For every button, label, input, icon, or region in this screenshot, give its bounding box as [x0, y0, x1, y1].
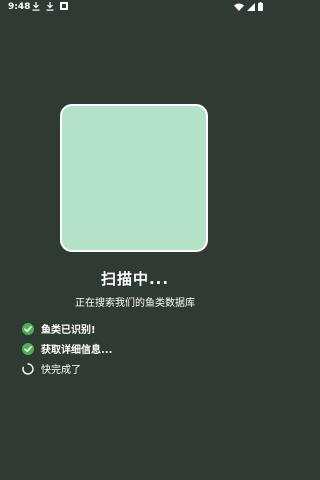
- wifi-icon: [234, 3, 244, 11]
- spinner-icon: [21, 362, 34, 375]
- scanning-screen: 9:48 扫描中... 正在搜索我们的鱼类数据库 鱼类已识别! 获取详细信息..…: [0, 0, 270, 480]
- signal-icon: [247, 2, 255, 11]
- step-label: 鱼类已识别!: [41, 325, 96, 336]
- notification-square-icon: [60, 2, 68, 11]
- step-label: 快完成了: [41, 365, 81, 376]
- progress-steps: 鱼类已识别! 获取详细信息... 快完成了: [21, 321, 112, 381]
- scan-title: 扫描中...: [100, 270, 170, 288]
- battery-icon: [258, 2, 263, 11]
- download-icon: [46, 2, 54, 11]
- status-bar: 9:48: [0, 0, 270, 16]
- status-time: 9:48: [8, 2, 31, 12]
- status-notification-icons: [32, 2, 68, 11]
- step-item: 快完成了: [21, 361, 112, 376]
- step-item: 获取详细信息...: [21, 341, 112, 356]
- check-circle-icon: [21, 342, 34, 355]
- scan-image-preview: [60, 104, 208, 252]
- scan-subtitle: 正在搜索我们的鱼类数据库: [75, 298, 195, 309]
- check-circle-icon: [21, 322, 34, 335]
- step-label: 获取详细信息...: [41, 345, 113, 356]
- download-icon: [32, 2, 40, 11]
- step-item: 鱼类已识别!: [21, 321, 112, 336]
- status-system-icons: [234, 2, 263, 11]
